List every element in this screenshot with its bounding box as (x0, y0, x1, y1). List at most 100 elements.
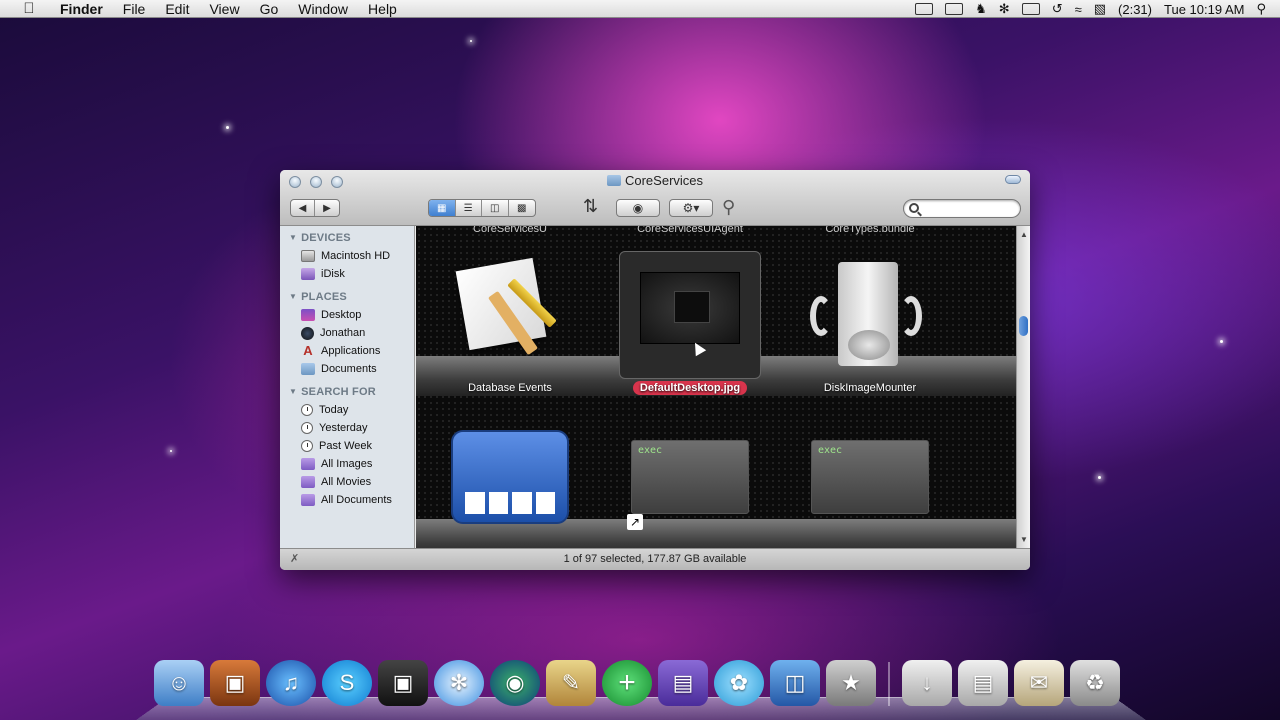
database-events-icon[interactable] (452, 257, 557, 356)
file-browser-area[interactable]: CoreServicesU CoreServicesUIAgent CoreTy… (416, 226, 1016, 548)
spaces-icon[interactable] (945, 3, 964, 15)
sidebar-header-places[interactable]: PLACES (289, 291, 414, 303)
disk-image-mounter-icon[interactable] (810, 258, 922, 370)
hard-drive-icon (301, 250, 315, 262)
file-label-diskimagemounter[interactable]: DiskImageMounter (780, 382, 960, 394)
coverflow-view-button[interactable]: ▩ (509, 200, 535, 216)
itunes-dock-icon[interactable]: ♫ (266, 660, 316, 706)
apple-menu-icon[interactable]:  (18, 0, 40, 17)
sidebar-item-all-documents[interactable]: All Documents (280, 491, 414, 509)
time-machine-icon[interactable]: ↺ (1052, 1, 1063, 17)
dashboard-dock-icon[interactable]: ▣ (210, 660, 260, 706)
alias-arrow-icon: ↗ (627, 514, 643, 530)
user-icon[interactable]: ♞ (975, 1, 987, 17)
preview-dock-icon[interactable]: ✎ (546, 660, 596, 706)
skype-dock-icon[interactable]: S (322, 660, 372, 706)
sidebar-item-today[interactable]: Today (280, 401, 414, 419)
scroll-up-icon[interactable]: ▲ (1020, 230, 1028, 239)
menu-go[interactable]: Go (250, 1, 289, 17)
window-title: CoreServices (280, 173, 1030, 188)
vertical-scrollbar[interactable]: ▲ ▼ (1016, 226, 1030, 548)
action-menu-button[interactable]: ⚙▾ (669, 199, 713, 217)
sidebar-item-yesterday[interactable]: Yesterday (280, 419, 414, 437)
scroll-thumb[interactable] (1019, 316, 1028, 336)
custom-toolbar-icon[interactable]: ⚲ (722, 197, 735, 218)
battery-time[interactable]: (2:31) (1118, 2, 1152, 17)
scroll-down-icon[interactable]: ▼ (1020, 535, 1028, 544)
menu-window[interactable]: Window (288, 1, 358, 17)
gear-icon: ⚙▾ (682, 201, 700, 215)
sidebar-item-idisk[interactable]: iDisk (280, 265, 414, 283)
screen-record-icon[interactable] (915, 3, 934, 15)
star (1098, 476, 1101, 479)
battery-icon[interactable]: ▧ (1094, 1, 1106, 17)
bluetooth-icon[interactable]: ✻ (999, 1, 1010, 17)
safari-dock-icon[interactable]: ✻ (434, 660, 484, 706)
add-app-dock-icon[interactable]: + (602, 660, 652, 706)
twitter-dock-icon[interactable]: ✿ (714, 660, 764, 706)
default-desktop-thumbnail[interactable] (619, 251, 761, 379)
clock-icon (301, 440, 313, 452)
exec-badge: exec (818, 445, 843, 456)
smart-folder-icon (301, 458, 315, 470)
sidebar-resize-icon[interactable]: ✗ (290, 549, 299, 570)
firefox-dock-icon[interactable]: ◉ (490, 660, 540, 706)
exec-file-icon[interactable]: exec (811, 440, 929, 514)
file-label-database-events[interactable]: Database Events (420, 382, 600, 394)
sidebar-item-all-movies[interactable]: All Movies (280, 473, 414, 491)
search-input[interactable] (903, 199, 1021, 218)
column-view-button[interactable]: ◫ (482, 200, 509, 216)
forward-button[interactable]: ▶ (315, 200, 339, 216)
exec-file-icon[interactable]: exec (631, 440, 749, 514)
toolbar-toggle-button[interactable] (1005, 175, 1021, 184)
icon-view-button[interactable]: ▦ (429, 200, 456, 216)
file-name: Database Events (468, 382, 552, 394)
remote-desktop-dock-icon[interactable]: ◫ (770, 660, 820, 706)
file-label-coretypes[interactable]: CoreTypes.bundle (780, 226, 960, 235)
dock-app-icon[interactable] (451, 430, 569, 524)
trash-icon[interactable]: ♻ (1070, 660, 1120, 706)
sidebar-item-documents[interactable]: Documents (280, 360, 414, 378)
sidebar-header-search-for[interactable]: SEARCH FOR (289, 386, 414, 398)
file-label-coreservicesu[interactable]: CoreServicesU (420, 226, 600, 235)
imovie-dock-icon[interactable]: ★ (826, 660, 876, 706)
menu-view[interactable]: View (199, 1, 249, 17)
sidebar-item-desktop[interactable]: Desktop (280, 306, 414, 324)
finder-dock-icon[interactable]: ☺ (154, 660, 204, 706)
list-view-button[interactable]: ☰ (456, 200, 482, 216)
sidebar-item-applications[interactable]: A Applications (280, 342, 414, 360)
sidebar-item-all-images[interactable]: All Images (280, 455, 414, 473)
sidebar-item-label: Today (319, 404, 349, 416)
sidebar-item-past-week[interactable]: Past Week (280, 437, 414, 455)
documents-stack-icon[interactable]: ▤ (958, 660, 1008, 706)
sidebar-item-label: Desktop (321, 309, 362, 321)
menu-help[interactable]: Help (358, 1, 407, 17)
menu-app-finder[interactable]: Finder (50, 1, 113, 17)
folder-icon (606, 175, 621, 186)
display-icon[interactable] (1021, 3, 1040, 15)
file-label-defaultdesktop[interactable]: DefaultDesktop.jpg (600, 381, 780, 395)
image-preview (640, 272, 740, 344)
smart-folder-icon (301, 494, 315, 506)
stacks-dock-icon[interactable]: ▤ (658, 660, 708, 706)
sidebar-header-devices[interactable]: DEVICES (289, 232, 414, 244)
menu-edit[interactable]: Edit (155, 1, 199, 17)
desktop-icon (301, 309, 315, 321)
downloads-stack-icon[interactable]: ↓ (902, 660, 952, 706)
window-titlebar[interactable]: CoreServices ◀ ▶ ▦ ☰ ◫ ▩ ⇅ ◉ ⚙▾ ⚲ (280, 170, 1030, 226)
file-label-coreservicesuiagent[interactable]: CoreServicesUIAgent (600, 226, 780, 235)
mail-stack-icon[interactable]: ✉ (1014, 660, 1064, 706)
quick-look-button[interactable]: ◉ (616, 199, 660, 217)
wifi-icon[interactable]: ≈ (1075, 2, 1082, 17)
back-button[interactable]: ◀ (291, 200, 315, 216)
sidebar-item-label: Jonathan (320, 327, 366, 339)
sidebar-item-jonathan[interactable]: Jonathan (280, 324, 414, 342)
sidebar-item-label: Macintosh HD (321, 250, 391, 262)
sidebar-item-macintosh-hd[interactable]: Macintosh HD (280, 247, 414, 265)
sidebar-item-label: Past Week (319, 440, 372, 452)
path-icon[interactable]: ⇅ (583, 196, 598, 217)
menu-file[interactable]: File (113, 1, 156, 17)
spotlight-icon[interactable]: ⚲ (1256, 1, 1266, 17)
menu-clock[interactable]: Tue 10:19 AM (1164, 2, 1244, 17)
video-app-dock-icon[interactable]: ▣ (378, 660, 428, 706)
